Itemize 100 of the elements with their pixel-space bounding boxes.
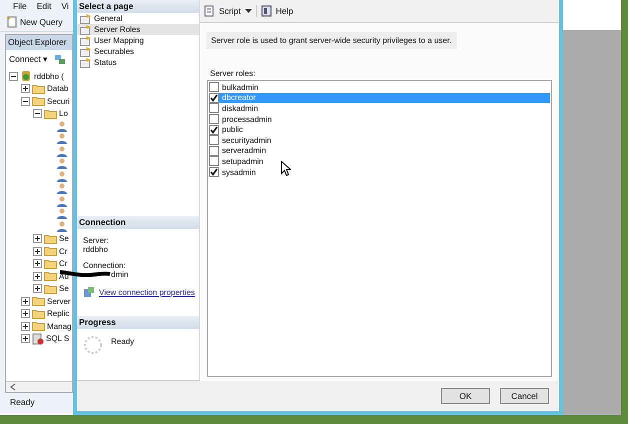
expand-icon[interactable] — [33, 234, 42, 244]
properties-icon — [83, 286, 95, 298]
spinner-icon — [83, 335, 103, 355]
checkbox[interactable] — [209, 103, 219, 114]
folder-icon — [44, 234, 57, 244]
horizontal-scrollbar[interactable] — [6, 381, 72, 392]
mouse-pointer-icon — [281, 161, 291, 176]
folder-icon — [32, 96, 45, 106]
expand-icon[interactable] — [21, 296, 30, 306]
tree-item[interactable]: Manag — [47, 322, 72, 331]
section-header: Progress — [77, 316, 199, 329]
user-icon — [56, 220, 68, 232]
page-icon — [80, 24, 92, 34]
folder-icon — [32, 308, 45, 319]
tree-item[interactable]: Server — [47, 296, 71, 306]
folder-icon — [44, 271, 57, 282]
server-name: rddbho — [83, 245, 109, 254]
expand-icon[interactable] — [33, 272, 42, 281]
dropdown-caret-icon[interactable] — [244, 9, 252, 13]
database-server-icon — [20, 70, 32, 82]
role-item[interactable]: setupadmin — [209, 156, 550, 167]
checkbox[interactable] — [209, 156, 219, 166]
page-icon — [80, 14, 92, 24]
connection-name: dmin — [111, 270, 128, 279]
tree-item[interactable]: Cr — [59, 259, 68, 268]
section-header: Select a page — [77, 0, 199, 13]
folder-icon — [44, 246, 57, 256]
view-connection-properties-link[interactable]: View connection properties — [99, 288, 195, 296]
folder-icon — [32, 321, 45, 332]
page-item[interactable]: Status — [77, 57, 199, 68]
checkbox[interactable] — [209, 114, 219, 124]
help-button[interactable]: Help — [260, 5, 294, 17]
user-icon — [56, 146, 68, 157]
section-header: Connection — [77, 216, 199, 229]
menu-item[interactable]: Edit — [36, 1, 52, 12]
collapse-icon[interactable] — [21, 96, 30, 106]
script-icon — [204, 5, 216, 17]
dialog-button[interactable]: Cancel — [500, 388, 549, 404]
server-label: Server: — [83, 236, 110, 245]
page-item[interactable]: User Mapping — [77, 35, 199, 46]
page-item[interactable]: General — [77, 13, 199, 24]
collapse-icon[interactable] — [9, 72, 18, 81]
agent-icon — [32, 332, 44, 345]
folder-icon — [44, 108, 57, 119]
expand-icon[interactable] — [33, 259, 42, 268]
description-text: Server role is used to grant server-wide security privileges to a user. — [206, 32, 457, 49]
checkbox[interactable] — [209, 146, 219, 156]
expand-icon[interactable] — [21, 84, 30, 94]
tree-item[interactable]: Se — [59, 234, 69, 244]
connect-button[interactable]: Connect ▾ — [9, 54, 48, 64]
role-item[interactable]: sysadmin — [209, 166, 550, 178]
user-icon — [56, 196, 68, 207]
folder-icon — [32, 296, 45, 306]
role-item[interactable]: public — [209, 124, 550, 135]
page-item[interactable]: Server Roles — [77, 24, 199, 35]
checkbox[interactable] — [209, 92, 219, 103]
page-item[interactable]: Securables — [77, 46, 199, 57]
progress-status: Ready — [111, 337, 134, 346]
help-icon — [260, 5, 273, 17]
collapse-icon[interactable] — [33, 109, 42, 118]
page-icon — [80, 36, 92, 46]
tree-item[interactable]: rddbho ( — [34, 72, 64, 81]
menu-item[interactable]: File — [13, 1, 27, 12]
tree-item[interactable]: Au — [59, 272, 69, 281]
tree-item[interactable]: SQL S — [46, 334, 70, 344]
script-button[interactable]: Script — [204, 5, 241, 17]
checkbox[interactable] — [209, 82, 219, 92]
role-item[interactable]: securityadmin — [209, 134, 550, 146]
folder-icon — [44, 284, 57, 294]
panel-title: Object Explorer — [6, 35, 72, 50]
role-item[interactable]: bulkadmin — [209, 82, 550, 93]
tree-item[interactable]: Cr — [59, 246, 68, 256]
server-roles-label: Server roles: — [210, 69, 256, 78]
menu-item[interactable]: Vi — [61, 1, 69, 12]
folder-icon — [32, 84, 45, 94]
checkbox[interactable] — [209, 124, 219, 135]
dialog-button[interactable]: OK — [441, 388, 490, 404]
user-icon — [56, 158, 68, 170]
new-query-button[interactable]: New Query — [6, 16, 63, 28]
tree-item[interactable]: Replic — [47, 309, 70, 318]
expand-icon[interactable] — [21, 322, 30, 331]
role-item[interactable]: processadmin — [209, 114, 550, 124]
expand-icon[interactable] — [33, 284, 42, 294]
folder-icon — [44, 258, 57, 269]
tree-item[interactable]: Lo — [59, 109, 68, 118]
user-icon — [56, 208, 68, 220]
role-item[interactable]: diskadmin — [209, 103, 550, 114]
expand-icon[interactable] — [21, 309, 30, 318]
scroll-left-icon[interactable] — [10, 383, 16, 391]
checkbox[interactable] — [209, 167, 219, 178]
tree-item[interactable]: Se — [59, 284, 69, 294]
user-icon — [56, 170, 68, 182]
tree-item[interactable]: Securi — [47, 96, 70, 106]
expand-icon[interactable] — [21, 334, 30, 344]
checkbox[interactable] — [209, 135, 219, 146]
new-document-icon — [6, 16, 18, 28]
user-icon — [56, 133, 68, 144]
expand-icon[interactable] — [33, 246, 42, 256]
tree-item[interactable]: Datab — [47, 84, 68, 94]
role-item[interactable]: serveradmin — [209, 146, 550, 156]
